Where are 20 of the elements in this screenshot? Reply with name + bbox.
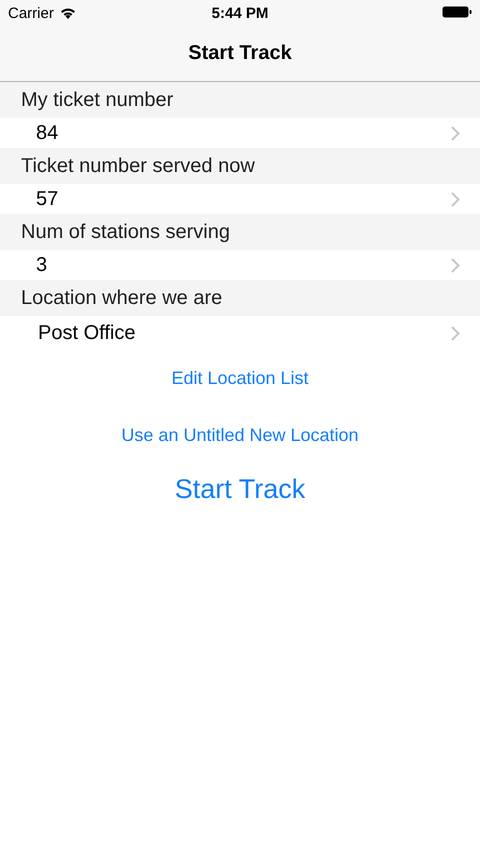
wifi-icon (60, 7, 76, 19)
link-button[interactable]: Use an Untitled New Location (117, 419, 363, 452)
start-track-button[interactable]: Start Track (170, 470, 310, 509)
value-text: 84 (36, 122, 58, 144)
chevron-icon (451, 258, 460, 272)
value-text: 3 (36, 254, 48, 276)
status-time: 5:44 PM (210, 4, 270, 22)
screen-title: Start Track (188, 42, 292, 65)
link-button[interactable]: Edit Location List (167, 362, 313, 395)
battery-icon (442, 6, 472, 18)
value-text: Post Office (38, 322, 136, 344)
section-title: Num of stations serving (21, 220, 230, 244)
value-text: 57 (36, 188, 58, 210)
chevron-icon (451, 126, 460, 140)
chevron-icon (451, 192, 460, 206)
section-title: Location where we are (21, 286, 222, 310)
section-title: My ticket number (21, 88, 174, 112)
section-title: Ticket number served now (21, 154, 255, 178)
chevron-icon (451, 326, 460, 340)
carrier-label: Carrier (8, 4, 54, 22)
